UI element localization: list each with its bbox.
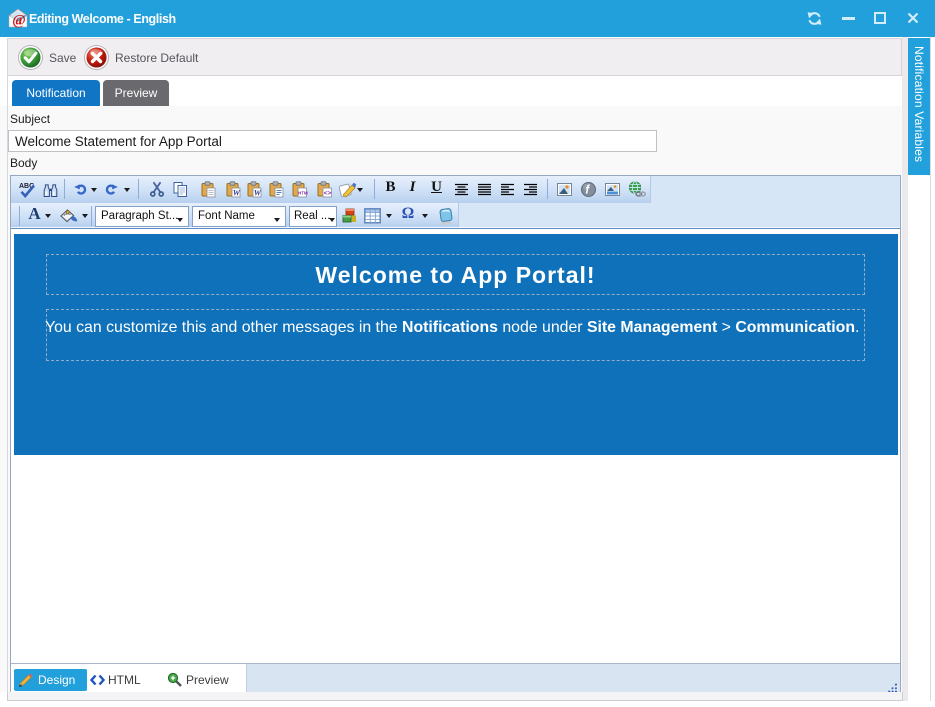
svg-text:<>: <> <box>324 190 332 197</box>
svg-text:W: W <box>233 189 241 198</box>
svg-text:HTML: HTML <box>298 191 308 196</box>
svg-text:W: W <box>254 189 262 198</box>
svg-text:@: @ <box>12 13 26 29</box>
